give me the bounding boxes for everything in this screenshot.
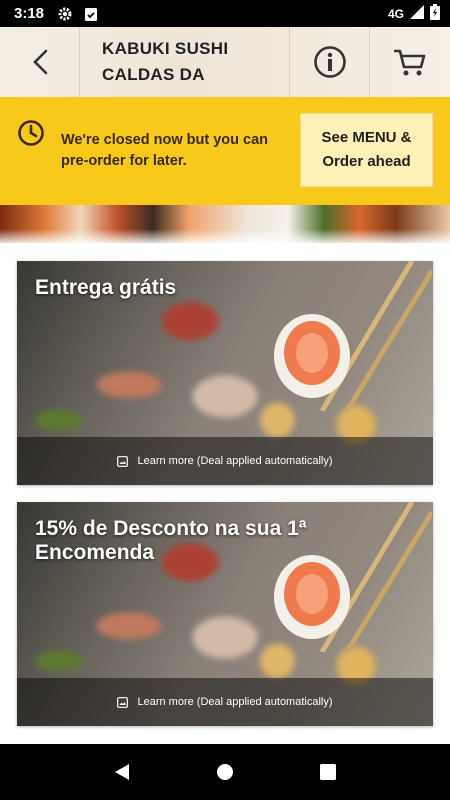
info-button[interactable] (290, 27, 370, 97)
deal-card[interactable]: Entrega grátis Learn more (Deal applied … (17, 261, 433, 485)
restaurant-title-area: KABUKI SUSHI CALDAS DA (80, 27, 290, 97)
deal-learn-more[interactable]: Learn more (Deal applied automatically) (17, 678, 433, 726)
clock-icon (17, 119, 45, 147)
image-icon (117, 696, 129, 708)
deal-footer-text: Learn more (Deal applied automatically) (137, 455, 333, 467)
cart-button[interactable] (370, 27, 450, 97)
battery-icon (430, 4, 440, 23)
nav-recents-button[interactable] (308, 752, 348, 792)
deal-learn-more[interactable]: Learn more (Deal applied automatically) (17, 437, 433, 485)
deal-title: Entrega grátis (35, 276, 177, 299)
status-bar: 3:18 4G (0, 0, 450, 27)
deal-footer-text: Learn more (Deal applied automatically) (137, 696, 333, 708)
status-time: 3:18 (14, 5, 45, 22)
closed-message: We're closed now but you can pre-order f… (61, 132, 269, 169)
square-recents-icon (320, 764, 337, 780)
restaurant-cover-image (0, 205, 450, 243)
deal-title: 15% de Desconto na sua 1ª Encomenda (35, 517, 307, 564)
signal-icon (410, 5, 424, 22)
closed-banner: We're closed now but you can pre-order f… (0, 97, 450, 205)
app-screen: 3:18 4G KABUKI SUSHI CALDAS DA We're clo… (0, 0, 450, 800)
cart-icon (394, 49, 426, 76)
system-nav-bar (0, 744, 450, 800)
info-circle-icon (313, 46, 346, 78)
back-button[interactable] (0, 27, 80, 97)
clipboard-check-icon (82, 5, 100, 23)
circle-home-icon (216, 764, 233, 780)
nav-home-button[interactable] (205, 752, 245, 792)
restaurant-title: KABUKI SUSHI CALDAS DA (102, 39, 229, 84)
nav-back-button[interactable] (102, 752, 142, 792)
settings-gear-icon (56, 5, 74, 23)
network-label: 4G (387, 6, 404, 21)
deal-card[interactable]: 15% de Desconto na sua 1ª Encomenda Lear… (17, 502, 433, 726)
app-header: KABUKI SUSHI CALDAS DA (0, 27, 450, 97)
image-icon (117, 455, 129, 467)
status-right: 4G (388, 4, 440, 23)
chevron-left-icon (32, 49, 47, 75)
see-menu-order-ahead-button[interactable]: See MENU & Order ahead (300, 113, 433, 187)
triangle-back-icon (114, 764, 129, 780)
